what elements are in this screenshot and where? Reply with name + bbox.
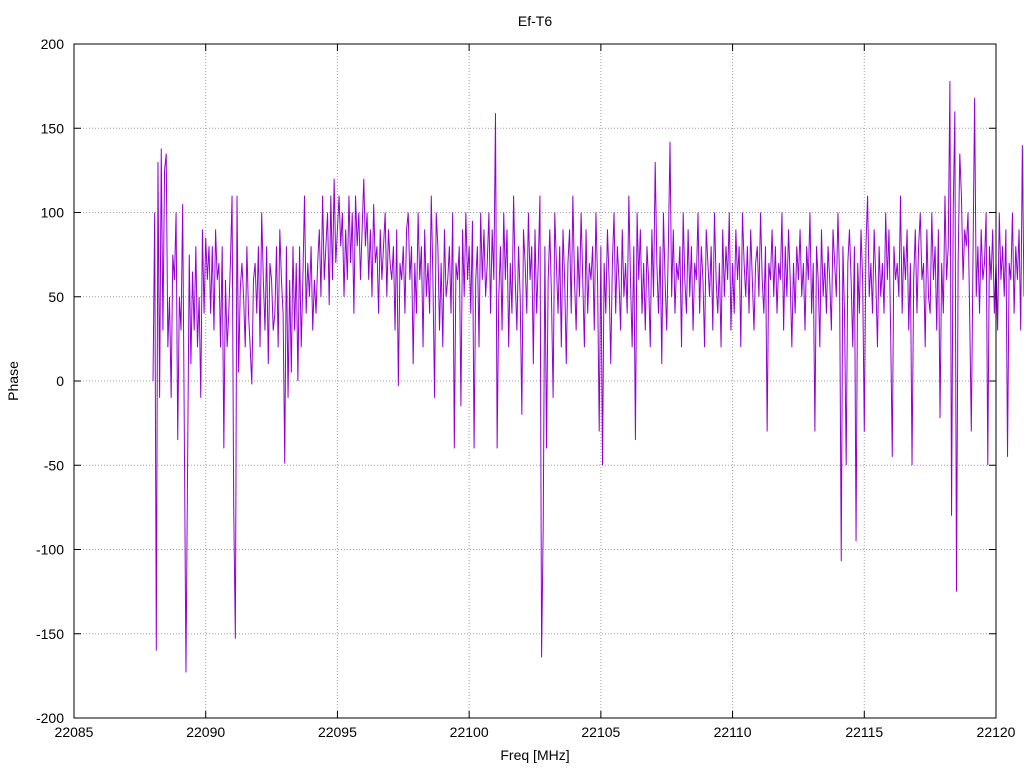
y-tick-label: 200 xyxy=(41,36,65,52)
phase-series-line xyxy=(152,81,1024,673)
x-tick-label: 22100 xyxy=(450,724,489,740)
series-group xyxy=(152,81,1024,673)
grid xyxy=(74,44,996,718)
phase-chart: 22085 22090 22095 22100 22105 22110 22115 22120… xyxy=(5,13,1024,763)
y-tick-label: 0 xyxy=(56,373,64,389)
y-tick-label: -100 xyxy=(36,542,64,558)
x-tick-label: 22095 xyxy=(318,724,357,740)
y-tick-label: -200 xyxy=(36,710,64,726)
x-tick-label: 22115 xyxy=(845,724,883,740)
tick-labels: 22085 22090 22095 22100 22105 22110 22115 22120… xyxy=(36,36,1016,740)
y-tick-label: -150 xyxy=(36,626,64,642)
y-axis-label: Phase xyxy=(5,361,21,401)
y-tick-label: -50 xyxy=(44,457,64,473)
y-tick-label: 150 xyxy=(41,120,65,136)
x-tick-label: 22110 xyxy=(714,724,752,740)
x-tick-label: 22090 xyxy=(186,724,225,740)
y-tick-label: 100 xyxy=(41,205,65,221)
y-tick-label: 50 xyxy=(48,289,64,305)
x-tick-label: 22120 xyxy=(977,724,1016,740)
x-tick-label: 22085 xyxy=(55,724,94,740)
x-tick-label: 22105 xyxy=(581,724,620,740)
x-axis-label: Freq [MHz] xyxy=(500,747,569,763)
chart-title: Ef-T6 xyxy=(518,13,552,29)
